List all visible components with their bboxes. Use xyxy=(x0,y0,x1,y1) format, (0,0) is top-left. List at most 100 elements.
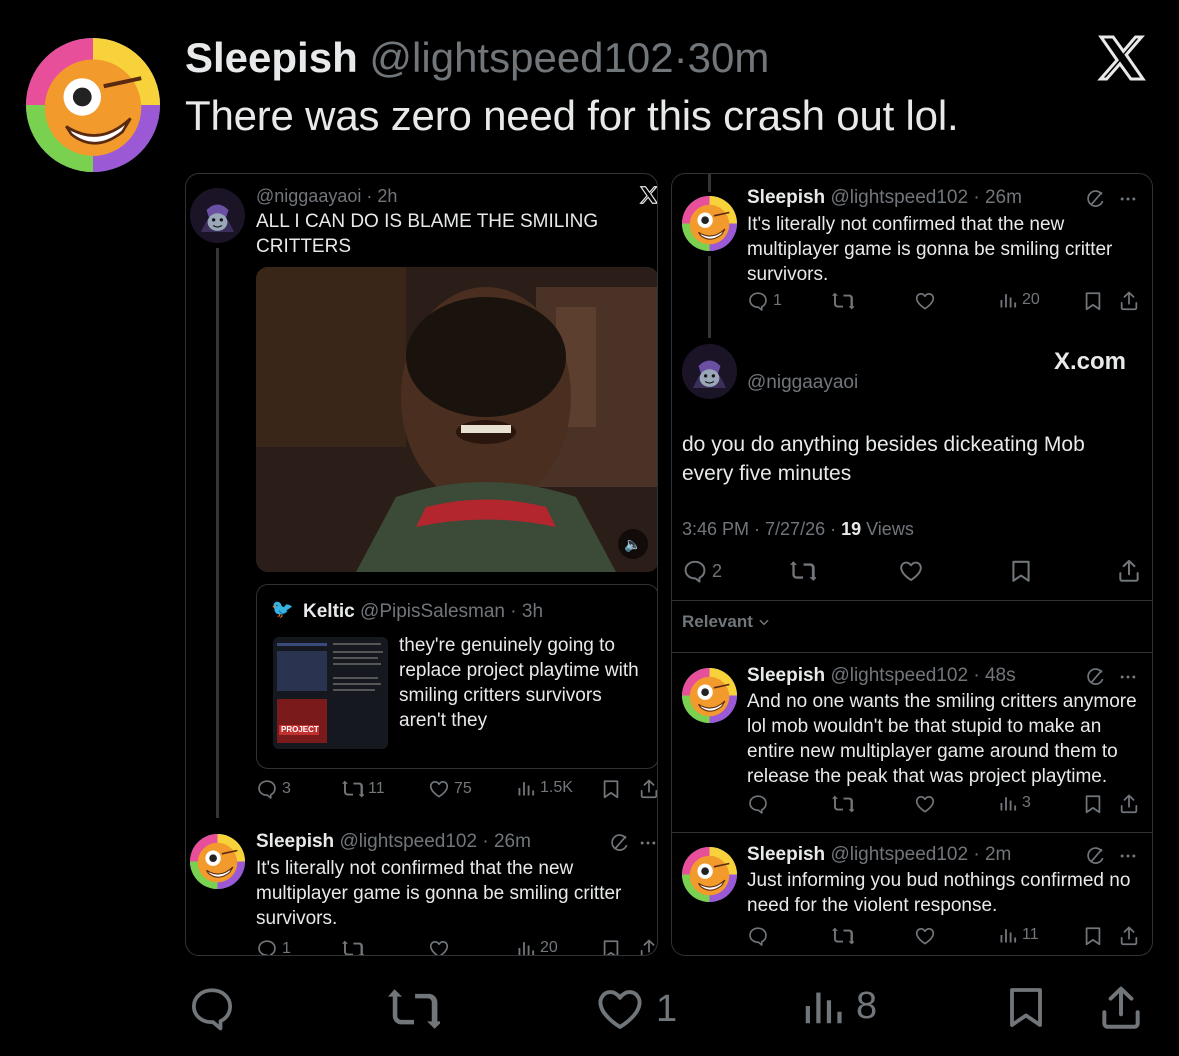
bookmark-button[interactable] xyxy=(1008,558,1034,584)
like-button[interactable]: 75 xyxy=(428,778,472,800)
reply-button[interactable]: 3 xyxy=(256,778,291,800)
thread-line xyxy=(216,248,219,818)
reply-button[interactable] xyxy=(187,983,237,1033)
repost-button[interactable] xyxy=(832,925,854,947)
quoted-tweet[interactable]: 🐦 Keltic @PipisSalesman · 3h PROJECT the… xyxy=(256,584,657,769)
x-logo-icon[interactable] xyxy=(1094,30,1150,86)
share-button[interactable] xyxy=(1118,290,1140,312)
more-icon[interactable] xyxy=(638,833,658,858)
views-count: 19 xyxy=(841,519,862,539)
grok-icon[interactable] xyxy=(1086,189,1106,214)
views-button[interactable]: 1.5K xyxy=(516,778,573,798)
share-icon xyxy=(638,938,658,956)
bookmark-icon xyxy=(600,938,622,956)
reply-button[interactable]: 2 xyxy=(682,558,722,584)
reply-button[interactable]: 1 xyxy=(747,290,782,312)
video-frame xyxy=(256,267,657,572)
reply-icon xyxy=(747,793,769,815)
embedded-screenshot-right: Sleepish @lightspeed102 · 26m It's liter… xyxy=(671,173,1153,956)
sort-label: Relevant xyxy=(682,612,753,631)
share-icon xyxy=(1118,290,1140,312)
views-button[interactable]: 20 xyxy=(998,290,1040,310)
reply-text-line: multiplayer game is gonna be smiling cri… xyxy=(256,883,622,904)
chevron-down-icon xyxy=(759,619,769,626)
heart-icon xyxy=(914,925,936,947)
divider xyxy=(672,652,1152,653)
bookmark-button[interactable] xyxy=(600,778,622,800)
reply-text-line: entire new multiplayer game around them … xyxy=(747,741,1118,762)
bookmark-button[interactable] xyxy=(600,938,622,956)
reply-button[interactable]: 1 xyxy=(256,938,291,956)
views-icon xyxy=(998,290,1018,310)
grok-icon[interactable] xyxy=(610,833,630,858)
bookmark-icon xyxy=(1082,925,1104,947)
like-button[interactable]: 1 xyxy=(594,983,677,1035)
share-button[interactable] xyxy=(1118,925,1140,947)
share-button[interactable] xyxy=(1118,793,1140,815)
quote-text-line: replace project playtime with xyxy=(399,660,639,681)
share-button[interactable] xyxy=(638,938,658,956)
views-icon xyxy=(516,778,536,798)
repost-button[interactable] xyxy=(388,983,440,1035)
reply-icon xyxy=(682,558,708,584)
repost-button[interactable] xyxy=(342,938,364,956)
repost-button[interactable]: 11 xyxy=(342,778,385,800)
tweet-text: ALL I CAN DO IS BLAME THE SMILING CRITTE… xyxy=(256,211,599,257)
reply-text-line: survivors. xyxy=(256,908,338,929)
quote-text: they're genuinely going to replace proje… xyxy=(399,633,639,733)
author-name[interactable]: Sleepish xyxy=(185,34,358,81)
views-button[interactable]: 20 xyxy=(516,938,558,956)
reply-text-line: And no one wants the smiling critters an… xyxy=(747,691,1137,712)
repost-icon xyxy=(342,778,364,800)
heart-icon xyxy=(898,558,924,584)
views-button[interactable]: 3 xyxy=(998,793,1031,813)
main-avatar[interactable] xyxy=(26,38,160,172)
reply-button[interactable] xyxy=(747,793,769,815)
reply-count: 1 xyxy=(282,940,291,956)
share-icon xyxy=(1116,558,1142,584)
avatar xyxy=(682,196,737,251)
separator: · xyxy=(673,34,688,81)
sort-dropdown[interactable]: Relevant xyxy=(682,612,771,632)
like-button[interactable] xyxy=(914,290,936,312)
video-player[interactable]: 🔈 xyxy=(256,267,657,572)
bookmark-button[interactable] xyxy=(1082,925,1104,947)
quote-text-line: they're genuinely going to xyxy=(399,635,615,656)
repost-button[interactable] xyxy=(832,793,854,815)
repost-icon xyxy=(790,558,816,584)
thread-line xyxy=(708,174,711,192)
bookmark-button[interactable] xyxy=(1082,290,1104,312)
avatar xyxy=(682,668,737,723)
bookmark-button[interactable] xyxy=(1002,983,1050,1031)
repost-button[interactable] xyxy=(832,290,854,312)
author-handle[interactable]: @lightspeed102 xyxy=(369,34,673,81)
share-icon xyxy=(638,778,658,800)
reply-count: 2 xyxy=(712,560,723,581)
reply-icon xyxy=(747,925,769,947)
repost-button[interactable] xyxy=(790,558,816,584)
like-count: 75 xyxy=(454,780,472,797)
like-button[interactable] xyxy=(898,558,924,584)
views-icon xyxy=(516,938,536,956)
like-button[interactable] xyxy=(914,793,936,815)
quote-text-line: smiling critters survivors xyxy=(399,685,602,706)
heart-icon xyxy=(914,793,936,815)
like-button[interactable] xyxy=(428,938,450,956)
share-button[interactable] xyxy=(638,778,658,800)
more-icon[interactable] xyxy=(1118,189,1138,214)
share-icon xyxy=(1118,925,1140,947)
tweet-time: 2h xyxy=(377,186,398,206)
share-button[interactable] xyxy=(1116,558,1142,584)
like-button[interactable] xyxy=(914,925,936,947)
views-button[interactable]: 8 xyxy=(800,983,877,1029)
reply-text-line: It's literally not confirmed that the ne… xyxy=(747,214,1065,235)
avatar xyxy=(190,834,245,889)
reply-icon xyxy=(256,938,278,956)
bookmark-button[interactable] xyxy=(1082,793,1104,815)
reply-button[interactable] xyxy=(747,925,769,947)
sound-icon[interactable]: 🔈 xyxy=(618,529,648,559)
share-button[interactable] xyxy=(1096,983,1146,1033)
heart-icon xyxy=(914,290,936,312)
views-button[interactable]: 11 xyxy=(998,925,1039,945)
reply-icon xyxy=(747,290,769,312)
